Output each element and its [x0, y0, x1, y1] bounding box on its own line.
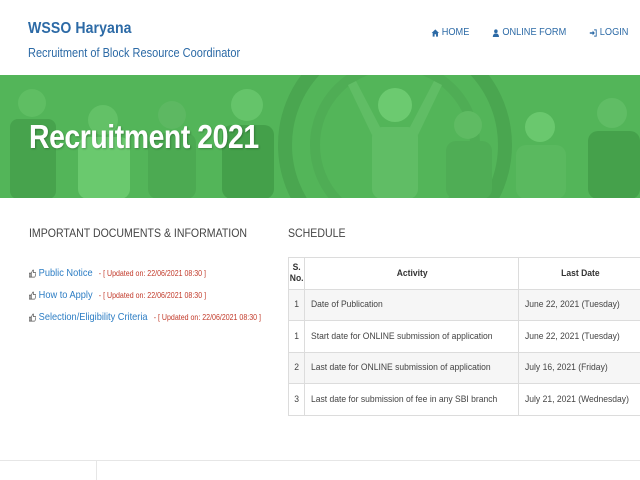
thumbs-up-icon [29, 269, 37, 277]
documents-list: Public Notice - [ Updated on: 22/06/2021… [29, 262, 293, 328]
activity-cell: Last date for submission of fee in any S… [304, 383, 520, 416]
schedule-heading: SCHEDULE [288, 226, 346, 240]
how-to-apply-link[interactable]: How to Apply [39, 289, 93, 301]
updated-timestamp: - [ Updated on: 22/06/2021 08:30 ] [98, 268, 207, 278]
activity-cell: Last date for ONLINE submission of appli… [304, 351, 520, 384]
activity-cell: Date of Publication [304, 288, 520, 321]
list-item: How to Apply - [ Updated on: 22/06/2021 … [29, 284, 261, 306]
updated-timestamp: - [ Updated on: 22/06/2021 08:30 ] [98, 290, 207, 300]
serial-cell: 3 [287, 383, 306, 416]
nav-home-link[interactable]: HOME [432, 27, 470, 38]
date-cell: June 22, 2021 (Tuesday) [518, 288, 640, 321]
thumbs-up-icon [29, 291, 37, 299]
serial-cell: 1 [287, 288, 306, 321]
list-item: Public Notice - [ Updated on: 22/06/2021… [29, 262, 261, 284]
nav-online-form-link[interactable]: ONLINE FORM [493, 27, 567, 38]
site-header: WSSO Haryana Recruitment of Block Resour… [0, 0, 640, 75]
home-icon [432, 28, 440, 37]
user-icon [493, 28, 500, 37]
date-cell: June 22, 2021 (Tuesday) [518, 320, 640, 353]
top-nav: HOME ONLINE FORM LOGIN [430, 27, 630, 38]
nav-online-form-label: ONLINE FORM [502, 27, 567, 38]
login-icon [589, 28, 597, 37]
thumbs-up-icon [29, 313, 37, 321]
footer-divider [96, 460, 97, 480]
site-subtitle: Recruitment of Block Resource Coordinato… [28, 46, 241, 60]
table-header-row: S. No. Activity Last Date [287, 257, 640, 290]
activity-cell: Start date for ONLINE submission of appl… [304, 320, 520, 353]
documents-heading: IMPORTANT DOCUMENTS & INFORMATION [29, 226, 248, 240]
nav-login-label: LOGIN [599, 27, 629, 38]
eligibility-criteria-link[interactable]: Selection/Eligibility Criteria [39, 311, 148, 323]
serial-cell: 1 [287, 320, 306, 353]
table-row: 2 Last date for ONLINE submission of app… [287, 351, 640, 384]
public-notice-link[interactable]: Public Notice [39, 267, 93, 279]
list-item: Selection/Eligibility Criteria - [ Updat… [29, 306, 261, 328]
table-row: 1 Date of Publication June 22, 2021 (Tue… [287, 288, 640, 321]
nav-home-label: HOME [442, 27, 470, 38]
table-row: 3 Last date for submission of fee in any… [287, 383, 640, 416]
banner-title: Recruitment 2021 [29, 118, 259, 155]
hero-banner: Recruitment 2021 [0, 75, 640, 198]
updated-timestamp: - [ Updated on: 22/06/2021 08:30 ] [153, 312, 261, 322]
column-header: S. No. [287, 257, 306, 290]
date-cell: July 21, 2021 (Wednesday) [518, 383, 640, 416]
schedule-table: S. No. Activity Last Date 1 Date of Publ… [287, 257, 640, 416]
column-header: Activity [304, 257, 520, 290]
nav-login-link[interactable]: LOGIN [589, 27, 629, 38]
date-cell: July 16, 2021 (Friday) [518, 351, 640, 384]
table-row: 1 Start date for ONLINE submission of ap… [287, 320, 640, 353]
column-header: Last Date [518, 257, 640, 290]
site-title[interactable]: WSSO Haryana [28, 20, 132, 38]
serial-cell: 2 [287, 351, 306, 384]
